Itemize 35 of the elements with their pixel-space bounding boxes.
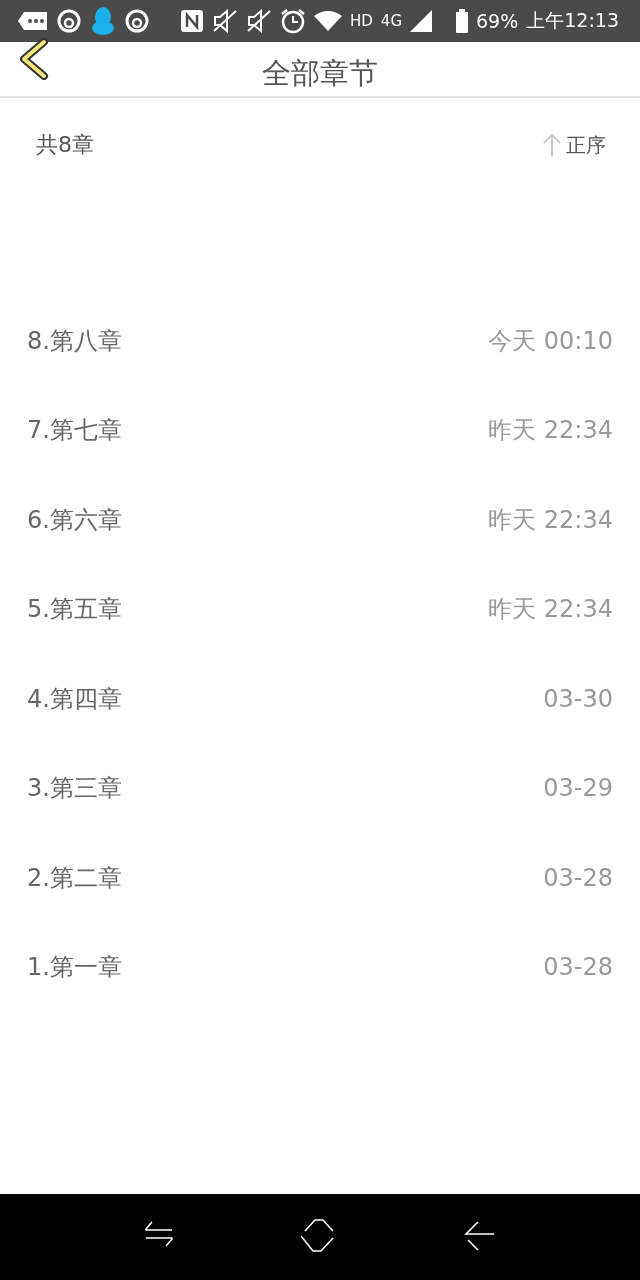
chapter-title[interactable]: 5.第五章 <box>27 593 122 626</box>
chapter-date: 昨天 22:34 <box>488 594 613 626</box>
page-title: 全部章节 <box>262 55 378 92</box>
swirl-icon <box>124 8 150 34</box>
arrow-up-icon <box>542 133 562 157</box>
chapter-count: 共8章 <box>36 131 94 159</box>
message-icon <box>18 11 48 31</box>
nfc-icon <box>180 9 204 33</box>
battery-percent: 69% <box>476 10 519 32</box>
mute-icon <box>212 9 238 33</box>
mute-icon <box>246 9 272 33</box>
signal-icon <box>410 10 432 32</box>
penguin-icon <box>90 6 116 36</box>
chapter-date: 今天 00:10 <box>488 325 613 357</box>
chapter-title[interactable]: 1.第一章 <box>27 951 122 984</box>
chapter-title[interactable]: 8.第八章 <box>27 324 122 357</box>
network-label: HD <box>350 12 373 30</box>
chapter-date: 昨天 22:34 <box>488 415 613 447</box>
chapter-title[interactable]: 6.第六章 <box>27 503 122 536</box>
chapter-date: 03-29 <box>543 774 613 803</box>
chapter-title[interactable]: 3.第三章 <box>27 772 122 805</box>
chapter-title[interactable]: 2.第二章 <box>27 861 122 894</box>
swirl-icon <box>56 8 82 34</box>
clock: 上午12:13 <box>526 8 619 33</box>
chapter-date: 03-28 <box>543 953 613 982</box>
chapter-title[interactable]: 7.第七章 <box>27 414 122 447</box>
network-type: 4G <box>380 12 402 30</box>
wifi-icon <box>314 10 342 32</box>
chapter-title[interactable]: 4.第四章 <box>27 682 122 715</box>
sort-button[interactable]: 正序 <box>542 131 606 159</box>
chapter-date: 昨天 22:34 <box>488 504 613 536</box>
chapter-date: 03-30 <box>543 684 613 713</box>
alarm-icon <box>280 8 306 34</box>
chapter-date: 03-28 <box>543 863 613 892</box>
battery-icon <box>456 9 468 33</box>
